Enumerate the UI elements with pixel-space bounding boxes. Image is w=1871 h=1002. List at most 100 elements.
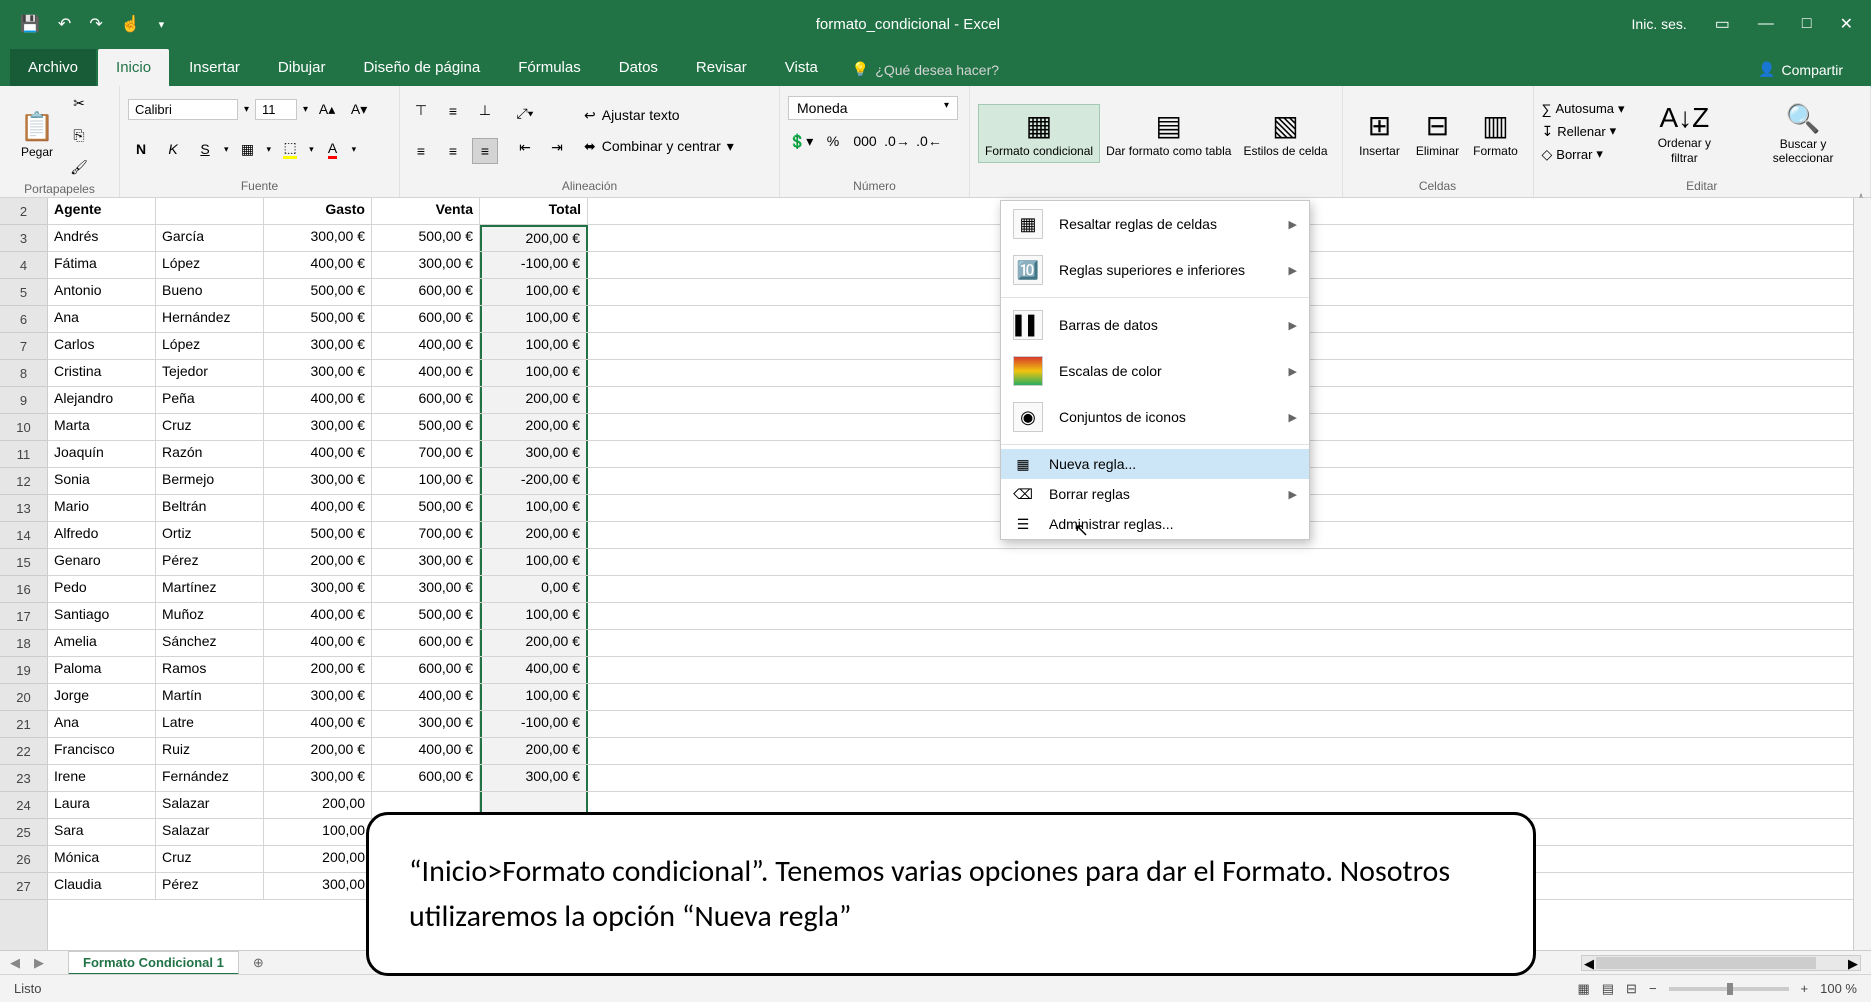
cell[interactable]: 200,00 (264, 792, 372, 818)
cell[interactable]: 300,00 € (264, 360, 372, 386)
normal-view-icon[interactable]: ▦ (1577, 981, 1589, 997)
cf-highlight-rules[interactable]: ▦ Resaltar reglas de celdas ▶ (1001, 201, 1309, 247)
row-header[interactable]: 8 (0, 360, 47, 387)
cell[interactable]: 200,00 € (264, 549, 372, 575)
cell[interactable]: 600,00 € (372, 765, 480, 791)
orientation-icon[interactable]: ⤢▾ (512, 101, 538, 127)
tell-me[interactable]: 💡 ¿Qué desea hacer? (838, 53, 1013, 86)
sheet-next-icon[interactable]: ▶ (34, 955, 44, 971)
cell[interactable]: 100,00 € (480, 495, 588, 521)
cell[interactable]: Alejandro (48, 387, 156, 413)
font-size-combo[interactable]: 11 (255, 99, 297, 120)
row-header[interactable]: 12 (0, 468, 47, 495)
col-header-venta[interactable]: Venta (372, 198, 480, 224)
cell[interactable]: Antonio (48, 279, 156, 305)
cell[interactable]: 300,00 € (264, 225, 372, 251)
find-select-button[interactable]: 🔍Buscar y seleccionar (1744, 98, 1862, 170)
clear-button[interactable]: ◇Borrar ▾ (1542, 146, 1625, 163)
zoom-out-icon[interactable]: − (1649, 981, 1657, 996)
cell[interactable]: 200,00 € (480, 225, 588, 251)
cf-clear-rules[interactable]: ⌫ Borrar reglas ▶ (1001, 479, 1309, 509)
cell[interactable]: Ana (48, 711, 156, 737)
cell[interactable]: Marta (48, 414, 156, 440)
cell[interactable]: 200,00 € (480, 387, 588, 413)
cell[interactable]: Irene (48, 765, 156, 791)
cell[interactable]: 400,00 € (264, 252, 372, 278)
cell[interactable]: Bermejo (156, 468, 264, 494)
undo-icon[interactable]: ↶ (58, 14, 71, 34)
cell[interactable]: 100,00 € (480, 333, 588, 359)
cell[interactable]: Carlos (48, 333, 156, 359)
cf-new-rule[interactable]: ▦ Nueva regla... (1001, 449, 1309, 479)
cell[interactable]: Pérez (156, 549, 264, 575)
scroll-left-icon[interactable]: ◀ (1584, 956, 1594, 972)
cell[interactable]: Mario (48, 495, 156, 521)
save-icon[interactable]: 💾 (20, 14, 40, 34)
cell[interactable]: Razón (156, 441, 264, 467)
cell[interactable]: Sonia (48, 468, 156, 494)
cell[interactable]: Cruz (156, 846, 264, 872)
cell[interactable]: Tejedor (156, 360, 264, 386)
align-top-icon[interactable]: ⊤ (408, 98, 434, 124)
add-sheet-icon[interactable]: ⊕ (245, 955, 272, 971)
increase-font-icon[interactable]: A▴ (314, 96, 340, 122)
cell[interactable]: 400,00 € (480, 657, 588, 683)
cell[interactable]: Andrés (48, 225, 156, 251)
row-header[interactable]: 20 (0, 684, 47, 711)
row-header[interactable]: 27 (0, 873, 47, 900)
tab-layout[interactable]: Diseño de página (345, 49, 498, 86)
insert-cells-button[interactable]: ⊞Insertar (1351, 105, 1409, 162)
paste-button[interactable]: 📋 Pegar (8, 106, 66, 163)
autosum-button[interactable]: ∑Autosuma ▾ (1542, 101, 1625, 117)
cell[interactable]: 700,00 € (372, 441, 480, 467)
row-header[interactable]: 26 (0, 846, 47, 873)
cell[interactable]: López (156, 333, 264, 359)
cell[interactable]: Latre (156, 711, 264, 737)
row-header[interactable]: 17 (0, 603, 47, 630)
chevron-down-icon[interactable]: ▾ (352, 144, 357, 155)
align-center-icon[interactable]: ≡ (440, 138, 466, 164)
zoom-in-icon[interactable]: + (1801, 981, 1809, 996)
cell[interactable]: 400,00 € (372, 333, 480, 359)
tab-data[interactable]: Datos (601, 49, 676, 86)
cell[interactable]: 200,00 € (480, 738, 588, 764)
cell[interactable]: 100,00 € (480, 603, 588, 629)
touch-mode-icon[interactable]: ☝ (121, 14, 141, 34)
scroll-right-icon[interactable]: ▶ (1848, 956, 1858, 972)
cf-color-scales[interactable]: Escalas de color ▶ (1001, 348, 1309, 394)
page-break-icon[interactable]: ⊟ (1626, 981, 1637, 997)
cell[interactable]: 500,00 € (264, 522, 372, 548)
cell[interactable]: Hernández (156, 306, 264, 332)
row-header[interactable]: 13 (0, 495, 47, 522)
ribbon-display-icon[interactable]: ▭ (1715, 14, 1730, 34)
cell[interactable]: 500,00 € (372, 495, 480, 521)
row-header[interactable]: 19 (0, 657, 47, 684)
cell[interactable]: Pedo (48, 576, 156, 602)
cell[interactable]: -100,00 € (480, 252, 588, 278)
tab-insert[interactable]: Insertar (171, 49, 258, 86)
cell[interactable]: 300,00 € (264, 684, 372, 710)
cell[interactable]: 300,00 (264, 873, 372, 899)
close-icon[interactable]: ✕ (1840, 14, 1853, 34)
cell[interactable]: Sara (48, 819, 156, 845)
decrease-font-icon[interactable]: A▾ (346, 96, 372, 122)
row-header[interactable]: 6 (0, 306, 47, 333)
horizontal-scrollbar[interactable]: ◀ ▶ (1581, 955, 1861, 971)
cell[interactable]: 400,00 € (264, 387, 372, 413)
cell[interactable]: 100,00 € (480, 549, 588, 575)
row-header[interactable]: 25 (0, 819, 47, 846)
cell-styles-button[interactable]: ▧ Estilos de celda (1237, 105, 1333, 162)
cell[interactable]: 200,00 € (480, 414, 588, 440)
cell[interactable]: Peña (156, 387, 264, 413)
row-header[interactable]: 9 (0, 387, 47, 414)
tab-view[interactable]: Vista (767, 49, 836, 86)
tab-review[interactable]: Revisar (678, 49, 765, 86)
chevron-down-icon[interactable]: ▾ (244, 104, 249, 115)
percent-icon[interactable]: % (820, 128, 846, 154)
align-left-icon[interactable]: ≡ (408, 138, 434, 164)
cell[interactable]: Joaquín (48, 441, 156, 467)
row-header[interactable]: 11 (0, 441, 47, 468)
cell[interactable]: 500,00 € (372, 414, 480, 440)
font-color-icon[interactable]: A (320, 136, 346, 162)
cell[interactable]: 500,00 € (264, 306, 372, 332)
